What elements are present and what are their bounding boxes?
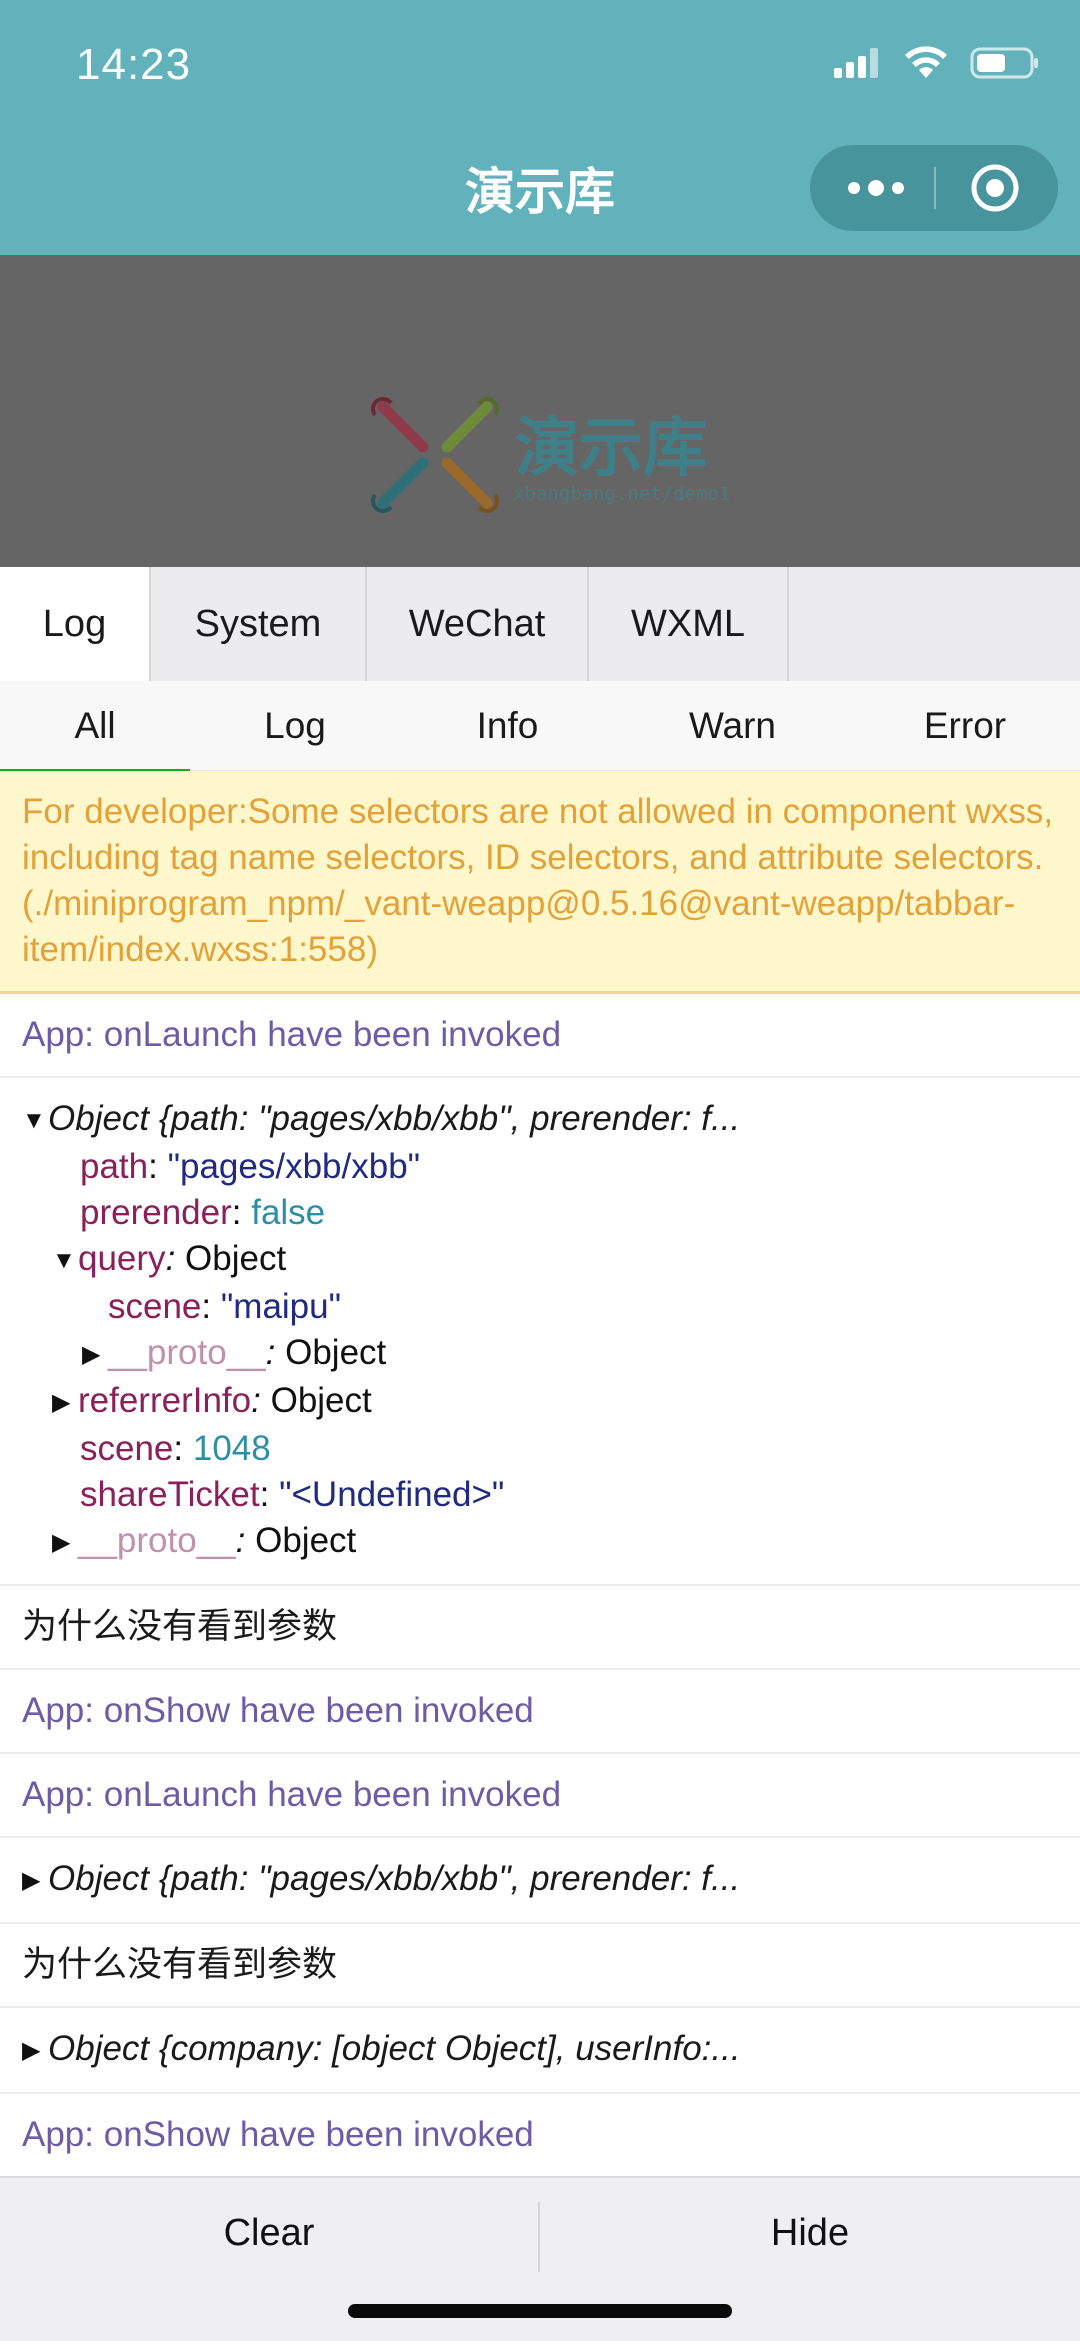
signal-icon bbox=[834, 48, 878, 78]
log-filter-tabs: All Log Info Warn Error bbox=[0, 681, 1080, 772]
object-prop: scene: 1048 bbox=[80, 1429, 271, 1468]
object-prop-expandable[interactable]: ▶ __proto__: Object bbox=[22, 1330, 1058, 1378]
filter-warn[interactable]: Warn bbox=[615, 681, 850, 770]
log-item: 为什么没有看到参数 bbox=[0, 1586, 1080, 1670]
home-indicator[interactable] bbox=[348, 2304, 732, 2318]
object-prop-expandable[interactable]: ▼query: Object bbox=[22, 1236, 1058, 1284]
object-prop: prerender: false bbox=[80, 1193, 326, 1232]
warning-log-item: For developer:Some selectors are not all… bbox=[0, 771, 1080, 994]
more-icon[interactable] bbox=[846, 178, 906, 198]
filter-error[interactable]: Error bbox=[850, 681, 1080, 770]
tab-system[interactable]: System bbox=[151, 567, 367, 681]
object-prop: scene: "maipu" bbox=[108, 1287, 342, 1326]
tab-wechat[interactable]: WeChat bbox=[367, 567, 589, 681]
status-icons bbox=[834, 46, 1040, 80]
object-prop: shareTicket: "<Undefined>" bbox=[80, 1475, 505, 1514]
object-prop-expandable[interactable]: ▶ __proto__: Object bbox=[22, 1518, 1058, 1566]
wifi-icon bbox=[905, 46, 947, 78]
object-log-item[interactable]: ▶ Object {company: [object Object], userI… bbox=[0, 2008, 1080, 2094]
logo: 演示库 xbangbang.net/demo1 bbox=[365, 395, 730, 515]
battery-icon bbox=[970, 47, 1038, 79]
log-item: App: onShow have been invoked bbox=[0, 2094, 1080, 2176]
log-item: App: onShow have been invoked bbox=[0, 1670, 1080, 1754]
expand-triangle-icon[interactable]: ▶ bbox=[52, 1380, 78, 1426]
object-prop-expandable[interactable]: ▶ referrerInfo: Object bbox=[22, 1378, 1058, 1426]
bottom-toolbar: Clear Hide bbox=[0, 2176, 1080, 2341]
tab-log[interactable]: Log bbox=[0, 567, 151, 681]
capsule-menu bbox=[810, 145, 1058, 231]
expand-triangle-icon[interactable]: ▶ bbox=[22, 1858, 48, 1904]
log-list[interactable]: For developer:Some selectors are not all… bbox=[0, 771, 1080, 2176]
object-prop: path: "pages/xbb/xbb" bbox=[80, 1147, 421, 1186]
expand-triangle-icon[interactable]: ▶ bbox=[22, 2028, 48, 2074]
hide-button[interactable]: Hide bbox=[540, 2178, 1080, 2288]
expand-triangle-icon[interactable]: ▶ bbox=[82, 1332, 108, 1378]
close-miniprogram-icon[interactable] bbox=[970, 163, 1020, 213]
expand-triangle-icon[interactable]: ▶ bbox=[52, 1520, 78, 1566]
collapse-triangle-icon[interactable]: ▼ bbox=[22, 1098, 48, 1144]
filter-info[interactable]: Info bbox=[400, 681, 615, 770]
paperclip-logo-icon bbox=[371, 397, 499, 513]
collapse-triangle-icon[interactable]: ▼ bbox=[52, 1238, 78, 1284]
logo-text: 演示库 bbox=[515, 412, 707, 486]
filter-all[interactable]: All bbox=[0, 681, 190, 772]
log-item: App: onLaunch have been invoked bbox=[0, 994, 1080, 1078]
object-summary[interactable]: ▼Object {path: "pages/xbb/xbb", prerende… bbox=[22, 1096, 1058, 1144]
vconsole-tabs: Log System WeChat WXML bbox=[0, 567, 1080, 683]
banner: 演示库 xbangbang.net/demo1 bbox=[0, 255, 1080, 567]
logo-subtitle: xbangbang.net/demo1 bbox=[513, 483, 731, 505]
tab-wxml[interactable]: WXML bbox=[589, 567, 789, 681]
object-log-item[interactable]: ▶ Object {path: "pages/xbb/xbb", prerende… bbox=[0, 1838, 1080, 1924]
object-log-item-expanded[interactable]: ▼Object {path: "pages/xbb/xbb", prerende… bbox=[0, 1078, 1080, 1586]
log-item: App: onLaunch have been invoked bbox=[0, 1754, 1080, 1838]
capsule-divider bbox=[934, 167, 936, 209]
clear-button[interactable]: Clear bbox=[0, 2178, 538, 2288]
filter-log[interactable]: Log bbox=[190, 681, 400, 770]
nav-bar: 14:23 演示库 bbox=[0, 0, 1080, 255]
status-time: 14:23 bbox=[76, 40, 192, 89]
log-item: 为什么没有看到参数 bbox=[0, 1924, 1080, 2008]
